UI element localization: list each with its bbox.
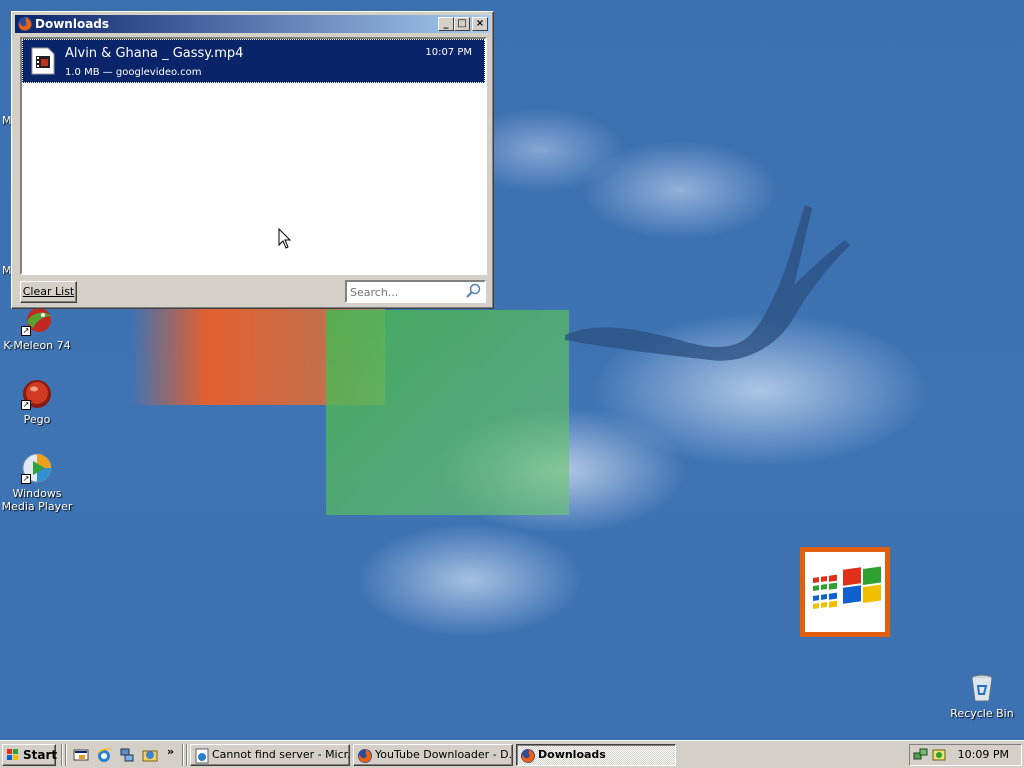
icon-label: K-Meleon 74 [3, 339, 71, 352]
taskbar: Start » Cannot find server - Micr... You… [0, 740, 1024, 768]
task-label: Cannot find server - Micr... [212, 748, 350, 761]
download-time: 10:07 PM [425, 47, 472, 58]
firefox-icon [18, 17, 32, 31]
media-player-icon: ↗ [21, 452, 53, 484]
windows-logo-icon [7, 749, 18, 760]
taskbar-separator [186, 744, 188, 766]
taskbar-separator [182, 744, 184, 766]
start-button[interactable]: Start [2, 744, 58, 766]
downloads-window: Downloads _ □ × Alvin & Ghana _ Gassy.mp… [11, 11, 494, 309]
quick-launch-overflow[interactable]: » [167, 745, 174, 758]
internet-explorer-icon[interactable] [96, 747, 112, 763]
mouse-cursor-icon [278, 228, 292, 249]
title-bar[interactable]: Downloads _ □ × [15, 15, 490, 33]
wallpaper-green-pane [326, 310, 569, 515]
system-tray: 10:09 PM [909, 744, 1022, 766]
desktop-icon-recycle-bin[interactable]: Recycle Bin [945, 672, 1019, 720]
clear-list-button[interactable]: Clear List [20, 281, 77, 303]
download-filename: Alvin & Ghana _ Gassy.mp4 [65, 46, 244, 61]
task-label: YouTube Downloader - D... [375, 748, 513, 761]
maximize-button[interactable]: □ [454, 17, 470, 31]
outlook-icon[interactable] [142, 747, 158, 763]
windows-flag-icon [813, 566, 881, 609]
desktop-icon-pego[interactable]: ↗ Pego [0, 378, 74, 426]
taskbar-separator [65, 744, 67, 766]
download-status: 1.0 MB — googlevideo.com [65, 67, 202, 78]
network-icon[interactable] [119, 747, 135, 763]
firefox-icon [358, 749, 372, 763]
minimize-button[interactable]: _ [438, 17, 454, 31]
desktop-icon-k-meleon[interactable]: ↗ K-Meleon 74 [0, 304, 74, 352]
search-box[interactable] [345, 280, 486, 303]
recycle-bin-icon [966, 672, 998, 704]
taskbar-button-downloads[interactable]: Downloads [516, 744, 676, 766]
window-title: Downloads [35, 17, 110, 31]
video-file-icon [31, 47, 55, 75]
start-label: Start [23, 748, 58, 762]
icon-label: Recycle Bin [950, 707, 1014, 720]
windows-logo-tile [800, 547, 890, 637]
pego-icon: ↗ [21, 378, 53, 410]
network-tray-icon[interactable] [913, 747, 929, 763]
task-label: Downloads [538, 748, 606, 761]
download-item[interactable]: Alvin & Ghana _ Gassy.mp4 1.0 MB — googl… [22, 39, 485, 83]
close-button[interactable]: × [472, 17, 488, 31]
ie-page-icon [195, 748, 209, 764]
downloads-list[interactable]: Alvin & Ghana _ Gassy.mp4 1.0 MB — googl… [20, 37, 487, 275]
icon-label: Pego [23, 413, 51, 426]
search-icon[interactable] [466, 283, 482, 299]
taskbar-separator [61, 744, 63, 766]
wallpaper-diver-silhouette [565, 205, 850, 361]
security-tray-icon[interactable] [931, 747, 947, 763]
search-input[interactable] [350, 284, 462, 300]
clock[interactable]: 10:09 PM [958, 748, 1009, 761]
taskbar-button-cannot-find-server[interactable]: Cannot find server - Micr... [190, 744, 350, 766]
show-desktop-icon[interactable] [73, 747, 89, 763]
taskbar-button-youtube-downloader[interactable]: YouTube Downloader - D... [353, 744, 513, 766]
icon-label: Windows Media Player [1, 487, 73, 513]
firefox-icon [521, 749, 535, 763]
desktop-icon-windows-media-player[interactable]: ↗ Windows Media Player [0, 452, 74, 513]
